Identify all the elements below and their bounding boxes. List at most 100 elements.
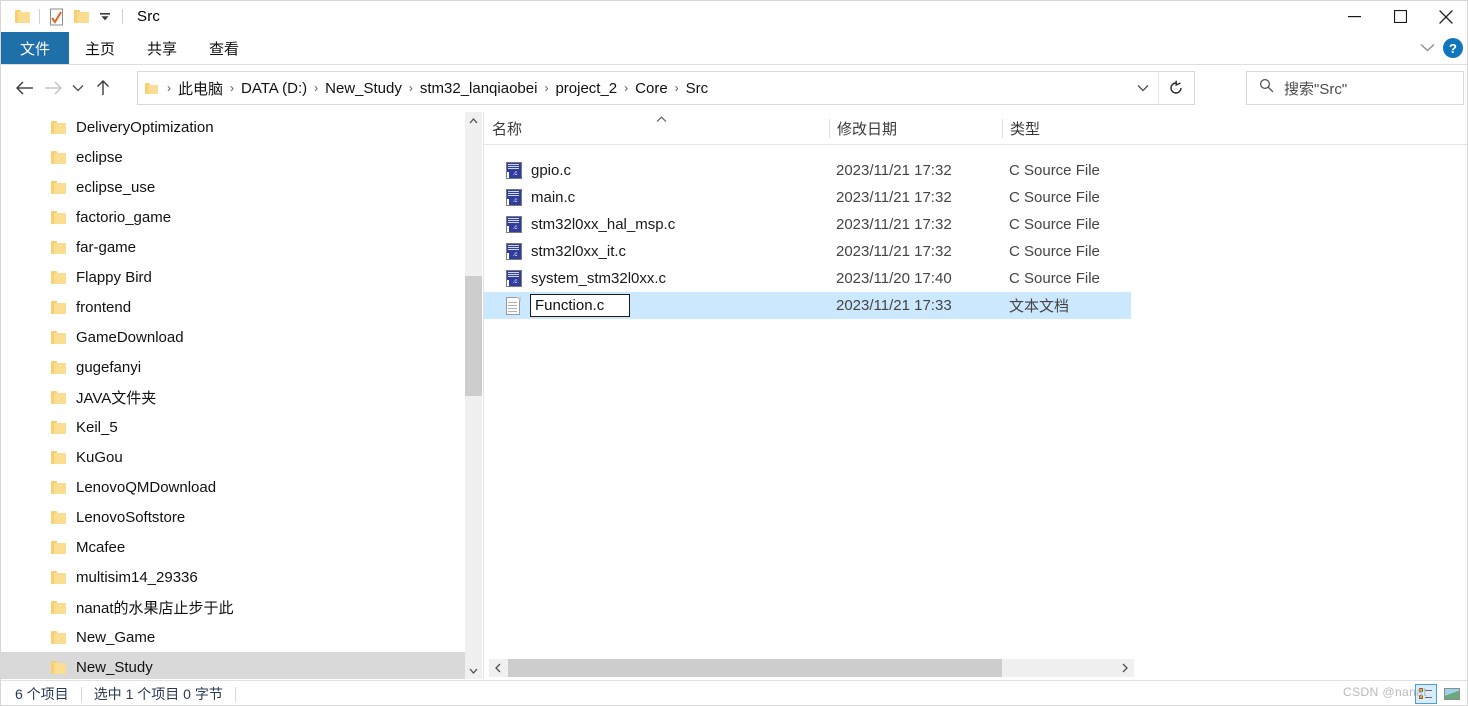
breadcrumb-item-src[interactable]: Src <box>682 78 713 99</box>
column-divider-2[interactable] <box>1002 119 1003 138</box>
scroll-left-icon[interactable] <box>489 659 507 677</box>
qat-divider-2 <box>122 9 123 24</box>
sidebar-item-kugou[interactable]: KuGou <box>1 442 465 472</box>
column-header-name[interactable]: 名称 <box>484 112 829 145</box>
table-row[interactable]: .c stm32l0xx_it.c 2023/11/21 17:32 C Sou… <box>484 238 1131 265</box>
sidebar-item-eclipse[interactable]: eclipse <box>1 142 465 172</box>
file-type-cell: C Source File <box>1009 270 1100 287</box>
tab-view[interactable]: 查看 <box>193 32 255 64</box>
file-list-horizontal-scrollbar[interactable] <box>489 659 1134 677</box>
sidebar-item-deliveryoptimization[interactable]: DeliveryOptimization <box>1 112 465 142</box>
sidebar-item-far-game[interactable]: far-game <box>1 232 465 262</box>
breadcrumb-item-stm32-lanqiaobei[interactable]: stm32_lanqiaobei <box>416 78 542 99</box>
table-row[interactable]: Function.c 2023/11/21 17:33 文本文档 <box>484 292 1131 319</box>
breadcrumb-item-data-d[interactable]: DATA (D:) <box>237 78 311 99</box>
file-name-cell[interactable]: .c stm32l0xx_hal_msp.c <box>506 216 675 233</box>
customize-qat-icon[interactable] <box>93 5 117 29</box>
breadcrumb-item-project-2[interactable]: project_2 <box>551 78 621 99</box>
file-date-cell: 2023/11/21 17:32 <box>836 162 952 179</box>
ribbon-right-controls: ? <box>1420 32 1463 64</box>
sidebar-item-label: Flappy Bird <box>76 268 152 286</box>
sidebar-item-multisim14-29336[interactable]: multisim14_29336 <box>1 562 465 592</box>
scrollbar-thumb[interactable] <box>508 659 1002 677</box>
sidebar-item-flappy-bird[interactable]: Flappy Bird <box>1 262 465 292</box>
table-row[interactable]: .c stm32l0xx_hal_msp.c 2023/11/21 17:32 … <box>484 211 1131 238</box>
file-name-cell[interactable]: .c system_stm32l0xx.c <box>506 270 666 287</box>
table-row[interactable]: .c system_stm32l0xx.c 2023/11/20 17:40 C… <box>484 265 1131 292</box>
scrollbar-thumb[interactable] <box>465 276 482 396</box>
table-row[interactable]: .c gpio.c 2023/11/21 17:32 C Source File <box>484 157 1131 184</box>
status-bar: 6 个项目 选中 1 个项目 0 字节 <box>1 680 1467 705</box>
tab-file[interactable]: 文件 <box>1 32 69 64</box>
ribbon-tab-strip: 文件 主页 共享 查看 ? <box>1 32 1467 64</box>
folder-icon <box>51 540 66 554</box>
breadcrumb-item-new-study[interactable]: New_Study <box>321 78 406 99</box>
up-button[interactable] <box>89 72 117 104</box>
sidebar-item-gamedownload[interactable]: GameDownload <box>1 322 465 352</box>
folder-icon <box>51 600 66 614</box>
breadcrumb-dropdown-icon[interactable] <box>1130 72 1156 104</box>
properties-icon[interactable] <box>45 5 69 29</box>
refresh-icon[interactable] <box>1158 72 1192 104</box>
help-label: ? <box>1449 40 1457 56</box>
column-header-date-modified[interactable]: 修改日期 <box>829 112 1002 145</box>
sidebar-item-factorio-game[interactable]: factorio_game <box>1 202 465 232</box>
search-input[interactable]: 搜索"Src" <box>1284 78 1347 99</box>
breadcrumb-item-core[interactable]: Core <box>631 78 672 99</box>
help-icon[interactable]: ? <box>1443 38 1463 58</box>
sidebar-item-new-study[interactable]: New_Study <box>1 652 465 679</box>
sidebar-item-lenovosoftstore[interactable]: LenovoSoftstore <box>1 502 465 532</box>
window-title: Src <box>137 8 161 25</box>
column-header-type[interactable]: 类型 <box>1002 112 1131 145</box>
rename-input[interactable]: Function.c <box>530 294 630 317</box>
selection-info-label: 选中 1 个项目 0 字节 <box>93 686 223 702</box>
sidebar-item-mcafee[interactable]: Mcafee <box>1 532 465 562</box>
tab-home[interactable]: 主页 <box>69 32 131 64</box>
file-name-label: main.c <box>531 189 576 206</box>
tab-share[interactable]: 共享 <box>131 32 193 64</box>
sidebar-item-gugefanyi[interactable]: gugefanyi <box>1 352 465 382</box>
new-folder-icon[interactable] <box>69 5 93 29</box>
navigation-pane-scrollbar[interactable] <box>465 112 482 679</box>
scroll-up-icon[interactable] <box>465 112 482 129</box>
table-row[interactable]: .c main.c 2023/11/21 17:32 C Source File <box>484 184 1131 211</box>
column-divider-1[interactable] <box>829 119 830 138</box>
sidebar-item-label: eclipse <box>76 148 123 166</box>
status-divider-2 <box>234 686 236 702</box>
sidebar-item-label: KuGou <box>76 448 123 466</box>
navigation-pane[interactable]: DeliveryOptimization eclipse eclipse_use… <box>1 112 465 679</box>
maximize-button[interactable] <box>1377 1 1423 32</box>
crumb-sep-1: › <box>230 81 235 95</box>
search-box[interactable]: 搜索"Src" <box>1246 71 1464 105</box>
breadcrumb-item-this-pc[interactable]: 此电脑 <box>174 76 227 101</box>
recent-locations-icon[interactable] <box>67 72 89 104</box>
expand-ribbon-icon[interactable] <box>1420 39 1435 57</box>
sidebar-item-new-game[interactable]: New_Game <box>1 622 465 652</box>
file-name-cell[interactable]: .c gpio.c <box>506 162 571 179</box>
scroll-right-icon[interactable] <box>1116 659 1134 677</box>
large-icons-view-button[interactable] <box>1441 684 1463 704</box>
sidebar-item-label: New_Study <box>76 658 153 676</box>
sidebar-item-lenovoqmdownload[interactable]: LenovoQMDownload <box>1 472 465 502</box>
file-name-cell[interactable]: Function.c <box>506 294 630 317</box>
file-name-cell[interactable]: .c main.c <box>506 189 575 206</box>
back-button[interactable] <box>11 72 39 104</box>
sidebar-item-nanat-fruit-shop[interactable]: nanat的水果店止步于此 <box>1 592 465 622</box>
sidebar-item-java-folder[interactable]: JAVA文件夹 <box>1 382 465 412</box>
sidebar-item-label: multisim14_29336 <box>76 568 198 586</box>
file-name-cell[interactable]: .c stm32l0xx_it.c <box>506 243 626 260</box>
c-source-file-icon: .c <box>506 243 522 260</box>
sidebar-item-keil-5[interactable]: Keil_5 <box>1 412 465 442</box>
file-list-pane[interactable]: 名称 修改日期 类型 .c gpio.c 2023/11/21 17:32 C … <box>484 112 1467 679</box>
folder-icon[interactable] <box>10 5 34 29</box>
minimize-button[interactable] <box>1331 1 1377 32</box>
forward-button[interactable] <box>39 72 67 104</box>
breadcrumb[interactable]: › 此电脑 › DATA (D:) › New_Study › stm32_la… <box>137 71 1195 105</box>
sidebar-item-frontend[interactable]: frontend <box>1 292 465 322</box>
qat-divider-1 <box>39 9 40 24</box>
file-explorer-window: Src 文件 主页 共享 查看 ? › 此电脑 › DATA (D:) › Ne… <box>0 0 1468 706</box>
close-button[interactable] <box>1423 1 1467 32</box>
search-icon <box>1259 78 1274 98</box>
scroll-down-icon[interactable] <box>465 662 482 679</box>
sidebar-item-eclipse-use[interactable]: eclipse_use <box>1 172 465 202</box>
